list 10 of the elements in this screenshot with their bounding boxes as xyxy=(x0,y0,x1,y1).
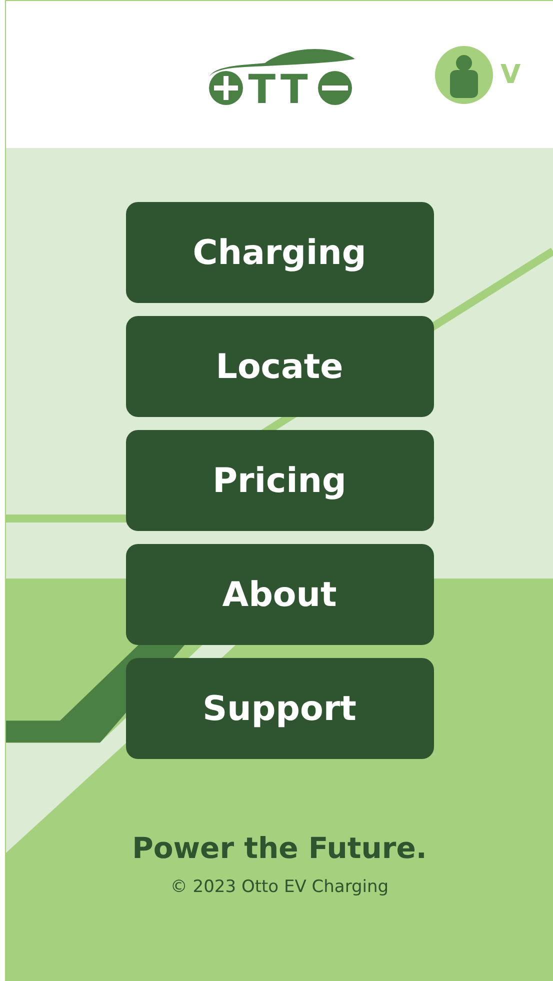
tagline: Power the Future. xyxy=(132,831,427,865)
nav-button[interactable]: About xyxy=(126,544,434,645)
user-avatar-icon[interactable] xyxy=(434,46,492,104)
nav-button[interactable]: Charging xyxy=(126,202,434,303)
nav-button[interactable]: Support xyxy=(126,658,434,759)
user-initial: V xyxy=(500,60,521,90)
nav-button[interactable]: Locate xyxy=(126,316,434,417)
logo-drawing: TT xyxy=(204,46,354,104)
copyright-text: © 2023 Otto EV Charging xyxy=(170,877,389,897)
nav-button[interactable]: Pricing xyxy=(126,430,434,531)
